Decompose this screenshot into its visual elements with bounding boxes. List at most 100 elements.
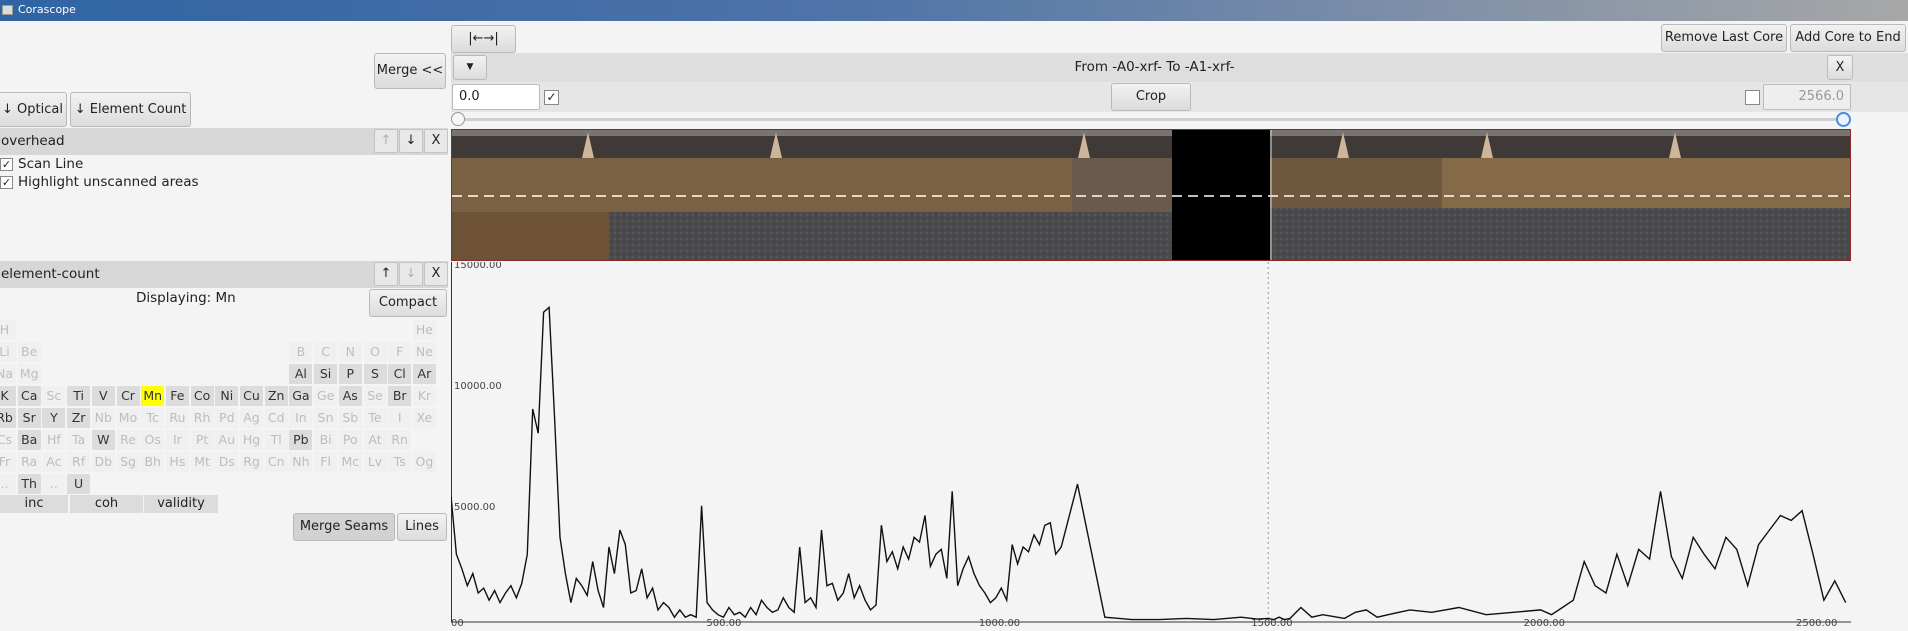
crop-start-checkbox[interactable]: ✓ xyxy=(544,90,559,105)
element-br[interactable]: Br xyxy=(388,386,412,406)
element-he[interactable]: He xyxy=(412,320,436,340)
range-slider-start-handle[interactable] xyxy=(451,112,465,126)
extra-validity[interactable]: validity xyxy=(144,495,218,513)
element-mo[interactable]: Mo xyxy=(116,408,140,428)
element-sn[interactable]: Sn xyxy=(314,408,338,428)
element-kr[interactable]: Kr xyxy=(412,386,436,406)
element-cs[interactable]: Cs xyxy=(0,430,16,450)
element-rf[interactable]: Rf xyxy=(67,452,91,472)
element-at[interactable]: At xyxy=(363,430,387,450)
element-sc[interactable]: Sc xyxy=(42,386,66,406)
element-ca[interactable]: Ca xyxy=(17,386,41,406)
overhead-move-up-button[interactable]: ↑ xyxy=(374,129,398,153)
element-tc[interactable]: Tc xyxy=(141,408,165,428)
element-rh[interactable]: Rh xyxy=(190,408,214,428)
element-o[interactable]: O xyxy=(363,342,387,362)
element-ts[interactable]: Ts xyxy=(388,452,412,472)
element-pb[interactable]: Pb xyxy=(289,430,313,450)
element-ru[interactable]: Ru xyxy=(165,408,189,428)
element-zr[interactable]: Zr xyxy=(67,408,91,428)
extra-inc[interactable]: inc xyxy=(0,495,68,513)
element-ds[interactable]: Ds xyxy=(215,452,239,472)
element-cn[interactable]: Cn xyxy=(264,452,288,472)
element-h[interactable]: H xyxy=(0,320,16,340)
element-n[interactable]: N xyxy=(338,342,362,362)
element-w[interactable]: W xyxy=(91,430,115,450)
element-hf[interactable]: Hf xyxy=(42,430,66,450)
element-pt[interactable]: Pt xyxy=(190,430,214,450)
element-ne[interactable]: Ne xyxy=(412,342,436,362)
element-count-toggle-button[interactable]: ↓ Element Count xyxy=(70,92,191,127)
element-se[interactable]: Se xyxy=(363,386,387,406)
element-as[interactable]: As xyxy=(338,386,362,406)
element-nh[interactable]: Nh xyxy=(289,452,313,472)
element-b[interactable]: B xyxy=(289,342,313,362)
element-ta[interactable]: Ta xyxy=(67,430,91,450)
element-cu[interactable]: Cu xyxy=(240,386,263,406)
lines-button[interactable]: Lines xyxy=(397,513,447,541)
element-ba[interactable]: Ba xyxy=(17,430,41,450)
element-rg[interactable]: Rg xyxy=(240,452,263,472)
element-ar[interactable]: Ar xyxy=(412,364,436,384)
element-ag[interactable]: Ag xyxy=(240,408,263,428)
element-ellipsisellipsis[interactable]: .. xyxy=(42,474,66,494)
element-db[interactable]: Db xyxy=(91,452,115,472)
element-nb[interactable]: Nb xyxy=(91,408,115,428)
extra-coh[interactable]: coh xyxy=(70,495,143,513)
element-rb[interactable]: Rb xyxy=(0,408,16,428)
element-ac[interactable]: Ac xyxy=(42,452,66,472)
element-s[interactable]: S xyxy=(363,364,387,384)
element-lv[interactable]: Lv xyxy=(363,452,387,472)
element-sg[interactable]: Sg xyxy=(116,452,140,472)
crop-start-input[interactable]: 0.0 xyxy=(452,84,540,110)
element-u[interactable]: U xyxy=(67,474,91,494)
element-zn[interactable]: Zn xyxy=(264,386,288,406)
element-tl[interactable]: Tl xyxy=(264,430,288,450)
scan-line-checkbox[interactable]: ✓ xyxy=(0,158,13,171)
core-close-button[interactable]: X xyxy=(1827,55,1853,80)
element-bi[interactable]: Bi xyxy=(314,430,338,450)
element-cr[interactable]: Cr xyxy=(116,386,140,406)
remove-last-core-button[interactable]: Remove Last Core xyxy=(1661,24,1787,52)
element-in[interactable]: In xyxy=(289,408,313,428)
element-p[interactable]: P xyxy=(338,364,362,384)
element-po[interactable]: Po xyxy=(338,430,362,450)
element-og[interactable]: Og xyxy=(412,452,436,472)
element-be[interactable]: Be xyxy=(17,342,41,362)
element-ge[interactable]: Ge xyxy=(314,386,338,406)
element-xe[interactable]: Xe xyxy=(412,408,436,428)
element-pd[interactable]: Pd xyxy=(215,408,239,428)
element-count-close-button[interactable]: X xyxy=(424,262,448,286)
element-ir[interactable]: Ir xyxy=(165,430,189,450)
element-os[interactable]: Os xyxy=(141,430,165,450)
element-th[interactable]: Th xyxy=(17,474,41,494)
add-core-to-end-button[interactable]: Add Core to End xyxy=(1790,24,1906,52)
element-na[interactable]: Na xyxy=(0,364,16,384)
element-al[interactable]: Al xyxy=(289,364,313,384)
element-sb[interactable]: Sb xyxy=(338,408,362,428)
element-v[interactable]: V xyxy=(91,386,115,406)
element-count-move-down-button[interactable]: ↓ xyxy=(399,262,423,286)
element-f[interactable]: F xyxy=(388,342,412,362)
element-mt[interactable]: Mt xyxy=(190,452,214,472)
crop-end-input[interactable]: 2566.0 xyxy=(1763,84,1851,110)
element-cl[interactable]: Cl xyxy=(388,364,412,384)
range-slider-track[interactable] xyxy=(458,118,1843,121)
element-cd[interactable]: Cd xyxy=(264,408,288,428)
element-mc[interactable]: Mc xyxy=(338,452,362,472)
element-hs[interactable]: Hs xyxy=(165,452,189,472)
element-co[interactable]: Co xyxy=(190,386,214,406)
element-te[interactable]: Te xyxy=(363,408,387,428)
element-re[interactable]: Re xyxy=(116,430,140,450)
element-mg[interactable]: Mg xyxy=(17,364,41,384)
element-ti[interactable]: Ti xyxy=(67,386,91,406)
element-ellipsisellipsis[interactable]: .. xyxy=(0,474,16,494)
element-c[interactable]: C xyxy=(314,342,338,362)
element-si[interactable]: Si xyxy=(314,364,338,384)
element-hg[interactable]: Hg xyxy=(240,430,263,450)
merge-button[interactable]: Merge << xyxy=(374,53,446,89)
element-count-move-up-button[interactable]: ↑ xyxy=(374,262,398,286)
crop-button[interactable]: Crop xyxy=(1111,83,1191,111)
element-ni[interactable]: Ni xyxy=(215,386,239,406)
optical-toggle-button[interactable]: ↓ Optical xyxy=(0,92,67,127)
